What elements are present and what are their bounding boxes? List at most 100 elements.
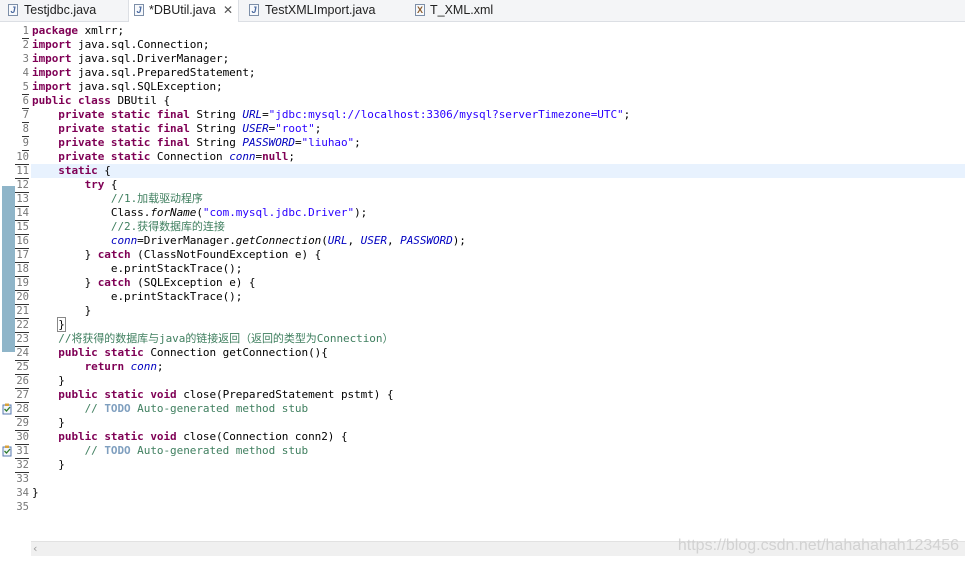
line-number-text: 11 <box>15 165 29 179</box>
tab-t-xml[interactable]: X T_XML.xml <box>411 0 521 21</box>
code-token: ; <box>623 108 631 121</box>
code-editor[interactable]: package xmlrr; import java.sql.Connection… <box>31 22 965 541</box>
code-token: xmlrr; <box>78 24 125 37</box>
code-token: String <box>189 136 243 149</box>
line-number: 22 <box>0 318 29 333</box>
code-line: } <box>32 416 65 430</box>
comment-token: //2.获得数据库的连接 <box>110 220 225 233</box>
code-token: =DriverManager. <box>137 234 236 247</box>
tab-label: *DBUtil.java <box>149 3 216 17</box>
line-number: 4 <box>0 66 29 80</box>
line-number-text: 7 <box>21 109 29 123</box>
comment-token: //1.加载驱动程序 <box>110 192 203 205</box>
keyword-token: catch <box>97 276 131 289</box>
code-line: static { <box>32 164 111 178</box>
line-number-text: 29 <box>15 417 29 431</box>
code-line: // TODO Auto-generated method stub <box>32 444 309 458</box>
code-token: close(Connection conn2) { <box>176 430 348 443</box>
watermark: https://blog.csdn.net/hahahahah123456 <box>677 537 959 554</box>
line-number-text: 16 <box>15 235 29 249</box>
code-line: public static void close(PreparedStateme… <box>32 388 394 402</box>
comment-token: // <box>84 402 105 415</box>
code-line: } <box>32 458 65 472</box>
line-number-text: 30 <box>15 431 29 445</box>
line-number: 21 <box>0 304 29 319</box>
code-line: } catch (ClassNotFoundException e) { <box>32 248 322 262</box>
line-number-text: 31 <box>15 445 29 459</box>
code-line: //1.加载驱动程序 <box>32 192 203 206</box>
keyword-token: void <box>150 388 177 401</box>
code-line: } <box>32 374 65 388</box>
line-number-text: 5 <box>21 81 29 95</box>
xml-file-icon: X <box>415 4 425 16</box>
code-line: e.printStackTrace(); <box>32 262 243 276</box>
field-token: PASSWORD <box>242 136 295 149</box>
line-number: 24 <box>0 346 29 361</box>
keyword-token: static <box>104 430 144 443</box>
code-token: e.printStackTrace(); <box>32 290 243 303</box>
line-number: 10 <box>0 150 29 165</box>
code-line: e.printStackTrace(); <box>32 290 243 304</box>
code-token: String <box>189 122 243 135</box>
code-token: forName <box>150 206 197 219</box>
keyword-token: private <box>58 150 105 163</box>
field-token: conn <box>110 234 138 247</box>
code-token: = <box>262 108 269 121</box>
scroll-left-arrow-icon[interactable]: ‹ <box>33 543 37 555</box>
tab-testjdbc[interactable]: J Testjdbc.java <box>0 0 128 21</box>
tab-testxmlimport[interactable]: J TestXMLImport.java <box>239 0 411 21</box>
code-line: Class.forName("com.mysql.jdbc.Driver"); <box>32 206 367 220</box>
close-icon[interactable]: ✕ <box>223 0 233 20</box>
line-number: 33 <box>0 472 29 486</box>
line-number-text: 6 <box>21 95 29 109</box>
code-token: ; <box>156 360 164 373</box>
code-token: close(PreparedStatement pstmt) { <box>176 388 394 401</box>
line-number-ruler[interactable]: 1 2 3 4 5 6 7 8 9 10 11 12 13 14 15 16 17 18 19 20 21 22 23 24 2… <box>0 22 31 541</box>
code-token: ); <box>354 206 368 219</box>
tab-label: Testjdbc.java <box>24 3 97 17</box>
keyword-token: final <box>156 136 190 149</box>
string-token: "com.mysql.jdbc.Driver" <box>202 206 355 219</box>
code-line: private static final String PASSWORD="li… <box>32 136 360 150</box>
task-marker-icon[interactable] <box>2 445 14 457</box>
line-number-text: 19 <box>15 277 29 291</box>
line-number: 7 <box>0 108 29 123</box>
task-marker-icon[interactable] <box>2 403 14 415</box>
line-number: 13 <box>0 192 29 207</box>
tab-dbutil[interactable]: J *DBUtil.java ✕ <box>128 0 239 22</box>
java-file-icon: J <box>8 4 18 16</box>
line-number: 14 <box>0 206 29 221</box>
keyword-token: static <box>110 150 151 163</box>
code-line: private static Connection conn=null; <box>32 150 295 164</box>
line-number: 6 <box>0 94 29 109</box>
comment-token: Auto-generated method stub <box>130 402 309 415</box>
field-token: conn <box>229 150 256 163</box>
field-token: USER <box>242 122 269 135</box>
field-token: PASSWORD <box>400 234 453 247</box>
line-number: 30 <box>0 430 29 445</box>
line-number: 18 <box>0 262 29 277</box>
tab-label: T_XML.xml <box>430 3 494 17</box>
code-token: java.sql.PreparedStatement; <box>71 66 256 79</box>
line-number: 20 <box>0 290 29 305</box>
editor-tab-bar: J Testjdbc.java J *DBUtil.java ✕ J TestX… <box>0 0 965 22</box>
code-token: ; <box>314 122 322 135</box>
code-token: java.sql.Connection; <box>71 38 210 51</box>
line-number: 12 <box>0 178 29 193</box>
line-number-text: 3 <box>22 53 29 65</box>
keyword-token: return <box>84 360 125 373</box>
tab-label: TestXMLImport.java <box>265 3 376 17</box>
line-number-text: 2 <box>22 39 29 51</box>
code-line: public class DBUtil { <box>32 94 170 108</box>
line-number-text: 25 <box>15 361 29 375</box>
keyword-token: class <box>78 94 111 107</box>
